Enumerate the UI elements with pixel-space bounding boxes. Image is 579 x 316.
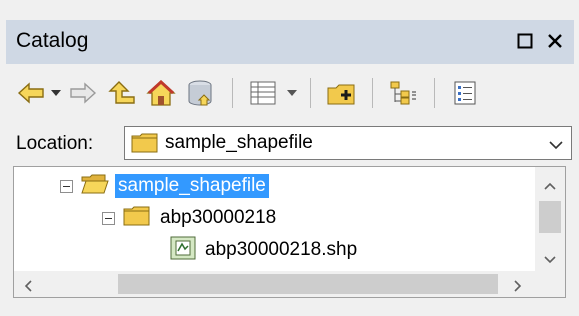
folder-icon bbox=[131, 132, 159, 159]
tree-node[interactable]: abp30000218.shp bbox=[170, 235, 360, 265]
tree-node[interactable]: abp30000218 bbox=[102, 203, 279, 233]
views-dropdown-icon bbox=[287, 90, 297, 96]
square-icon bbox=[517, 33, 533, 49]
up-one-level-button[interactable] bbox=[106, 76, 138, 110]
tree-node[interactable]: sample_shapefile bbox=[60, 171, 269, 201]
toolbar-separator bbox=[434, 78, 435, 108]
toolbar-separator bbox=[232, 78, 233, 108]
back-button[interactable] bbox=[16, 76, 46, 110]
catalog-tree: sample_shapefile abp30000218 abp30000218… bbox=[13, 166, 566, 298]
window-title: Catalog bbox=[16, 29, 89, 52]
vertical-scrollbar[interactable] bbox=[535, 167, 565, 271]
catalog-window: Catalog Location: sample_shapefile sampl… bbox=[0, 0, 579, 316]
toggle-contents-panel-icon bbox=[390, 81, 416, 105]
forward-button[interactable] bbox=[68, 76, 98, 110]
connect-to-folder-button[interactable] bbox=[324, 76, 360, 110]
horizontal-scroll-thumb[interactable] bbox=[118, 274, 498, 294]
home-icon bbox=[146, 79, 176, 106]
collapse-toggle[interactable] bbox=[102, 211, 115, 225]
collapse-toggle[interactable] bbox=[60, 179, 73, 193]
connect-to-folder-icon bbox=[327, 84, 355, 105]
location-label: Location: bbox=[16, 133, 94, 154]
scroll-left-icon[interactable] bbox=[24, 279, 32, 295]
scroll-down-icon[interactable] bbox=[544, 251, 556, 267]
forward-icon bbox=[70, 82, 97, 104]
home-button[interactable] bbox=[144, 76, 178, 110]
maximize-button[interactable] bbox=[512, 26, 538, 56]
location-row: Location: sample_shapefile bbox=[6, 122, 574, 164]
views-dropdown[interactable] bbox=[284, 76, 300, 110]
close-button[interactable] bbox=[542, 26, 568, 56]
back-dropdown-icon bbox=[51, 90, 61, 96]
toolbar-separator bbox=[372, 78, 373, 108]
location-combobox[interactable]: sample_shapefile bbox=[124, 126, 572, 160]
options-icon bbox=[454, 81, 476, 105]
scrollbar-corner bbox=[535, 271, 565, 297]
back-icon bbox=[17, 82, 44, 104]
tree-node-label: abp30000218.shp bbox=[205, 239, 358, 260]
chevron-down-icon[interactable] bbox=[549, 137, 563, 155]
title-bar: Catalog bbox=[6, 20, 574, 64]
tree-node-label: abp30000218 bbox=[160, 207, 277, 228]
vertical-scroll-thumb[interactable] bbox=[539, 201, 561, 233]
catalog-toolbar bbox=[6, 68, 574, 120]
default-geodatabase-button[interactable] bbox=[184, 76, 218, 110]
scroll-right-icon[interactable] bbox=[514, 279, 522, 295]
open-folder-icon bbox=[81, 173, 109, 200]
up-one-level-icon bbox=[108, 81, 135, 104]
close-icon bbox=[548, 34, 562, 48]
shapefile-icon bbox=[170, 236, 196, 265]
back-dropdown[interactable] bbox=[48, 76, 64, 110]
location-value: sample_shapefile bbox=[165, 132, 313, 153]
views-button[interactable] bbox=[246, 76, 280, 110]
scroll-up-icon[interactable] bbox=[544, 177, 556, 193]
horizontal-scrollbar[interactable] bbox=[14, 271, 535, 297]
toolbar-separator bbox=[310, 78, 311, 108]
default-geodatabase-icon bbox=[188, 80, 212, 106]
options-button[interactable] bbox=[448, 76, 482, 110]
tree-node-label: sample_shapefile bbox=[115, 174, 269, 198]
toggle-contents-panel-button[interactable] bbox=[386, 76, 420, 110]
views-icon bbox=[250, 81, 276, 105]
folder-icon bbox=[123, 205, 151, 232]
